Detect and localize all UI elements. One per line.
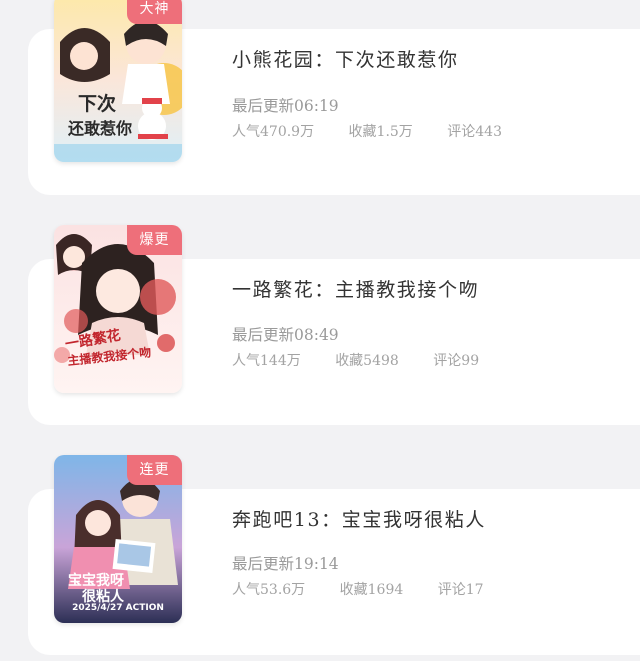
book-stats: 人气470.9万 收藏1.5万 评论443: [232, 121, 532, 141]
book-cover[interactable]: 宝宝我呀 很粘人 2025/4/27 ACTION 连更: [54, 455, 182, 623]
book-badge: 大神: [127, 0, 182, 24]
book-list: 下次 还敢惹你 大神 小熊花园：下次还敢惹你 最后更新06:19 人气470.9…: [0, 0, 640, 661]
favorites-count: 收藏5498: [335, 353, 399, 369]
last-updated: 最后更新19:14: [232, 555, 339, 573]
book-title[interactable]: 奔跑吧13：宝宝我呀很粘人: [232, 505, 486, 532]
book-stats: 人气144万 收藏5498 评论99: [232, 350, 509, 370]
popularity-count: 人气144万: [232, 353, 301, 369]
cover-title-text: 还敢惹你: [67, 119, 132, 138]
last-updated: 最后更新06:19: [232, 97, 339, 115]
comments-count: 评论99: [433, 353, 480, 369]
book-title[interactable]: 小熊花园：下次还敢惹你: [232, 45, 459, 72]
book-cover[interactable]: 下次 还敢惹你 大神: [54, 0, 182, 162]
book-cover[interactable]: 一路繁花 主播教我接个吻 爆更: [54, 225, 182, 393]
favorites-count: 收藏1694: [339, 582, 404, 598]
last-updated: 最后更新08:49: [232, 326, 339, 344]
book-title[interactable]: 一路繁花：主播教我接个吻: [232, 275, 479, 302]
cover-title-text: 宝宝我呀: [68, 572, 124, 589]
comments-count: 评论443: [447, 124, 502, 140]
cover-date-text: 2025/4/27 ACTION: [72, 603, 164, 613]
book-badge: 爆更: [127, 225, 182, 255]
favorites-count: 收藏1.5万: [348, 124, 413, 140]
cover-art: 下次 还敢惹你: [54, 0, 182, 162]
popularity-count: 人气53.6万: [232, 582, 306, 598]
book-badge: 连更: [127, 455, 182, 485]
popularity-count: 人气470.9万: [232, 124, 315, 140]
book-stats: 人气53.6万 收藏1694 评论17: [232, 579, 514, 599]
cover-title-text: 下次: [78, 92, 116, 115]
comments-count: 评论17: [437, 582, 484, 598]
